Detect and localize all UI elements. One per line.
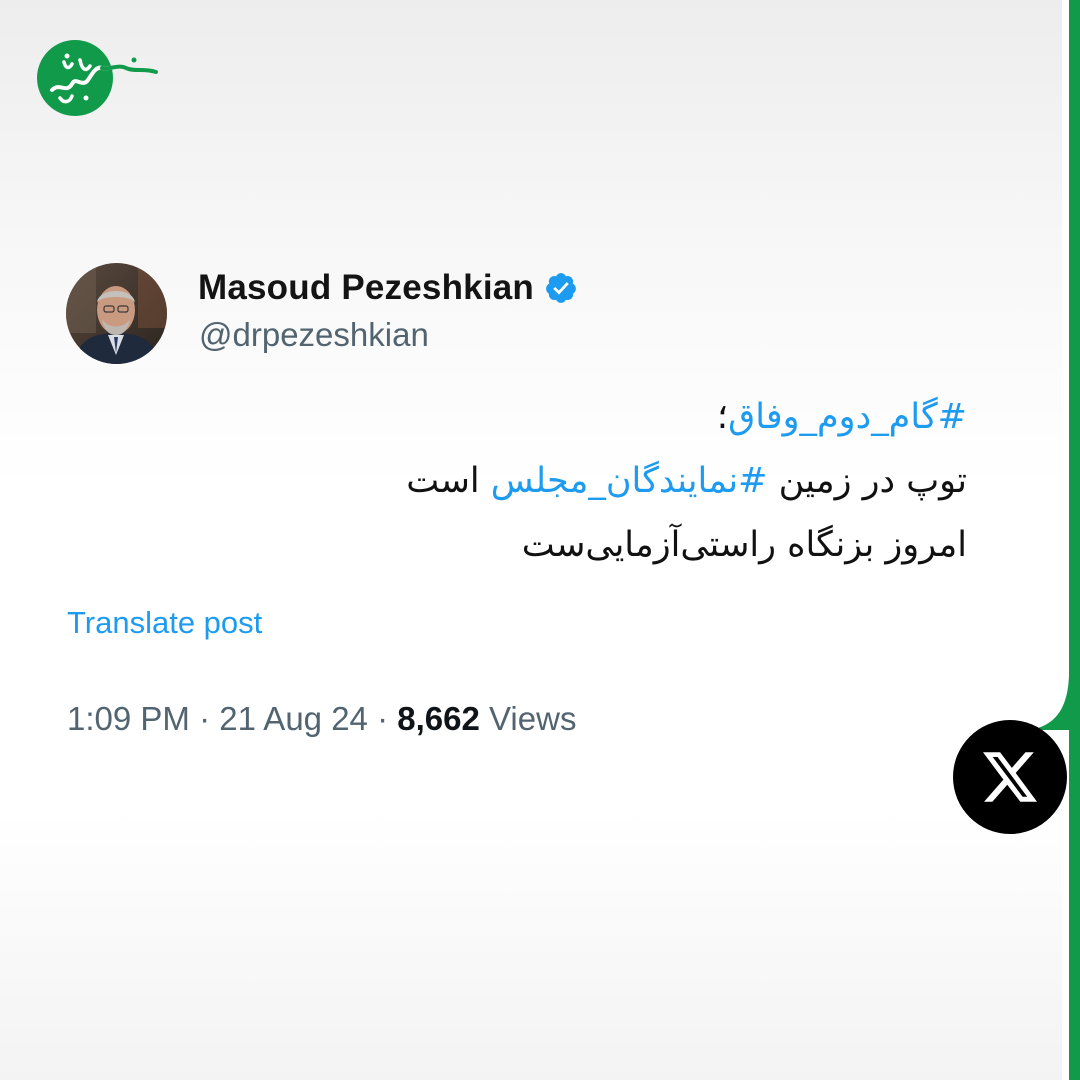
x-logo-icon xyxy=(983,752,1037,802)
post-text: #گام_دوم_وفاق؛ توپ در زمین #نمایندگان_مج… xyxy=(207,385,967,577)
views-count: 8,662 xyxy=(397,700,480,737)
verified-badge-icon xyxy=(546,273,576,303)
post-meta: 1:09 PM · 21 Aug 24 · 8,662 Views xyxy=(67,700,576,738)
post-line-2: توپ در زمین #نمایندگان_مجلس است xyxy=(207,449,967,513)
translate-post-link[interactable]: Translate post xyxy=(67,605,262,641)
views-label: Views xyxy=(489,700,577,737)
meta-separator: · xyxy=(199,700,211,737)
author-handle[interactable]: @drpezeshkian xyxy=(199,316,429,354)
edge-white-stripe xyxy=(1062,0,1069,1080)
green-curve-decoration xyxy=(1030,645,1080,730)
post-date[interactable]: 21 Aug 24 xyxy=(219,700,368,737)
edge-green-stripe xyxy=(1069,0,1080,1080)
hashtag-link[interactable]: #گام_دوم_وفاق xyxy=(728,397,967,437)
brand-logo xyxy=(36,38,166,118)
author-name-row: Masoud Pezeshkian xyxy=(198,268,578,308)
post-line-3: امروز بزنگاه راستی‌آزمایی‌ست xyxy=(521,525,967,565)
post-line-1: #گام_دوم_وفاق؛ xyxy=(207,385,967,449)
meta-separator: · xyxy=(377,700,389,737)
avatar[interactable] xyxy=(66,263,167,364)
x-logo-badge xyxy=(953,720,1067,834)
author-name[interactable]: Masoud Pezeshkian xyxy=(198,268,534,308)
hashtag-link[interactable]: #نمایندگان_مجلس xyxy=(491,461,768,501)
post-time[interactable]: 1:09 PM xyxy=(67,700,190,737)
post-text-segment: است xyxy=(406,461,491,501)
post-text-segment: توپ در زمین xyxy=(767,461,967,501)
post-text-segment: ؛ xyxy=(716,397,729,437)
